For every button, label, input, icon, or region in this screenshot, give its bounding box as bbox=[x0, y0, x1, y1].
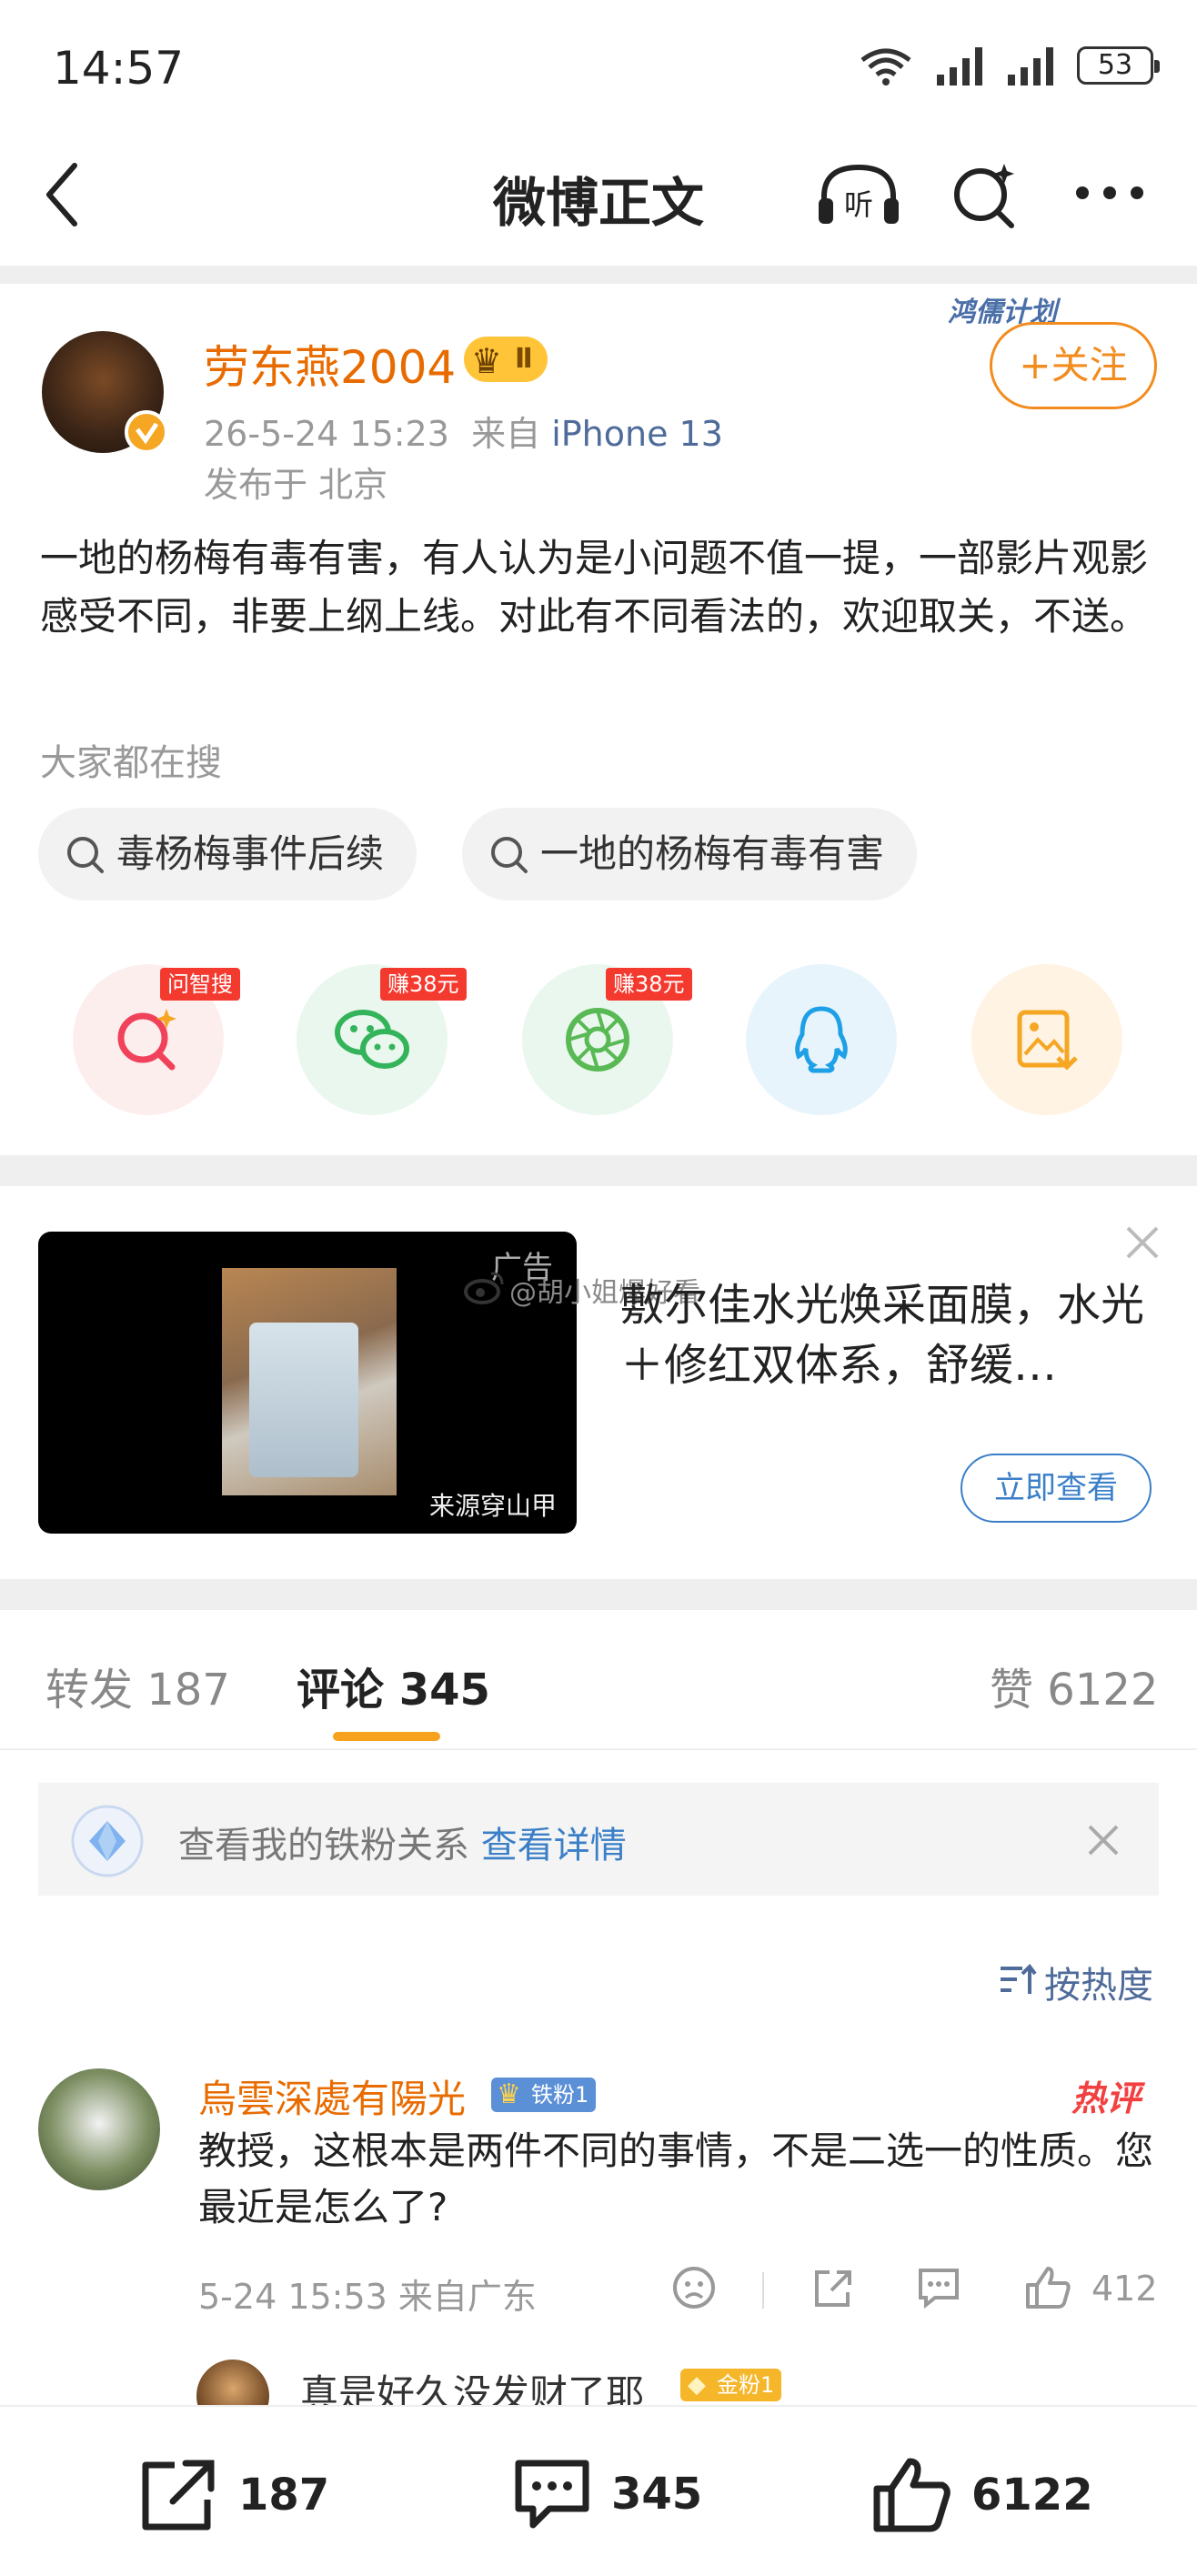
repost-icon bbox=[142, 2460, 215, 2531]
ad-view-button[interactable]: 立即查看 bbox=[961, 1454, 1152, 1523]
search-icon bbox=[67, 837, 104, 873]
comment-meta: 5-24 15:53 来自广东 bbox=[198, 2277, 537, 2317]
signal-icon bbox=[937, 47, 982, 86]
comment-like-count: 412 bbox=[1091, 2269, 1158, 2309]
listen-icon[interactable]: 听 bbox=[815, 160, 902, 229]
author-name[interactable]: 劳东燕2004 bbox=[204, 331, 456, 397]
post-from-label: 来自 bbox=[471, 414, 541, 454]
status-icons: 53 bbox=[857, 44, 1160, 87]
gold-fan-badge: ◆ 金粉1 bbox=[680, 2369, 782, 2401]
trending-search-title: 大家都在搜 bbox=[40, 742, 222, 784]
post-device: iPhone 13 bbox=[551, 414, 723, 454]
level-text: Ⅱ bbox=[515, 343, 533, 375]
search-icon bbox=[491, 837, 528, 873]
divider bbox=[0, 1748, 1197, 1750]
share-tag: 赚38元 bbox=[380, 968, 467, 1001]
bottom-comment-count: 345 bbox=[611, 2469, 703, 2520]
tab-indicator bbox=[333, 1732, 440, 1741]
share-save-image[interactable] bbox=[971, 964, 1122, 1115]
action-divider bbox=[762, 2272, 764, 2309]
bottom-repost-count: 187 bbox=[238, 2470, 330, 2521]
comment-icon bbox=[515, 2460, 589, 2529]
post-meta: 26-5-24 15:23 来自 iPhone 13 bbox=[204, 406, 723, 456]
post-location: 发布于 北京 bbox=[204, 465, 388, 505]
moments-icon bbox=[566, 1008, 629, 1072]
comment-text: 教授，这根本是两件不同的事情，不是二选一的性质。您最近是怎么了? bbox=[198, 2128, 1154, 2229]
battery-icon: 53 bbox=[1077, 46, 1160, 85]
smart-search-icon bbox=[117, 1009, 176, 1071]
sort-label[interactable]: 按热度 bbox=[1044, 1956, 1153, 2008]
status-time: 14:57 bbox=[53, 42, 185, 95]
search-pill-label: 一地的杨梅有毒有害 bbox=[540, 831, 885, 876]
sort-icon[interactable] bbox=[999, 1963, 1037, 1996]
bottom-repost-button[interactable]: 187 bbox=[138, 2456, 329, 2534]
diamond-icon bbox=[71, 1805, 144, 1877]
smart-search-icon[interactable] bbox=[950, 160, 1019, 229]
fan-text: 查看我的铁粉关系 查看详情 bbox=[178, 1816, 627, 1868]
more-icon[interactable] bbox=[1073, 182, 1146, 204]
follow-button[interactable]: +关注 bbox=[990, 322, 1157, 409]
fan-badge-label: 铁粉1 bbox=[531, 2082, 589, 2108]
search-pill[interactable]: 一地的杨梅有毒有害 bbox=[462, 808, 918, 901]
tab-reposts[interactable]: 转发 187 bbox=[45, 1654, 230, 1717]
bottom-like-count: 6122 bbox=[971, 2470, 1093, 2521]
comment-user-name[interactable]: 烏雲深處有陽光 bbox=[198, 2068, 466, 2124]
badge-icon: ◆ bbox=[688, 2371, 706, 2399]
repost-icon[interactable] bbox=[810, 2265, 855, 2310]
post-body: 一地的杨梅有毒有害，有人认为是小问题不值一提，一部影片观影感受不同，非要上纲上线… bbox=[40, 536, 1149, 639]
fan-text-label: 查看我的铁粉关系 bbox=[178, 1825, 469, 1867]
divider bbox=[0, 1155, 1197, 1186]
divider bbox=[0, 266, 1197, 284]
like-icon[interactable] bbox=[1024, 2265, 1073, 2310]
qq-icon bbox=[795, 1006, 848, 1073]
dislike-face-icon[interactable] bbox=[671, 2265, 717, 2310]
crown-icon: ♛ bbox=[497, 2078, 521, 2110]
fan-badge: ♛ 铁粉1 bbox=[491, 2078, 597, 2112]
like-icon bbox=[873, 2458, 951, 2532]
wifi-icon bbox=[860, 48, 911, 86]
divider bbox=[0, 1579, 1197, 1610]
ad-source: 来源穿山甲 bbox=[428, 1491, 557, 1521]
commenter-avatar[interactable] bbox=[38, 2068, 160, 2190]
save-image-icon bbox=[1017, 1010, 1078, 1071]
close-icon[interactable] bbox=[1086, 1823, 1121, 1857]
reply-icon[interactable] bbox=[915, 2265, 962, 2310]
verified-icon bbox=[125, 410, 168, 454]
weibo-watermark-icon bbox=[464, 1272, 504, 1304]
gold-badge-label: 金粉1 bbox=[717, 2372, 775, 2398]
post-date: 26-5-24 15:23 bbox=[204, 414, 449, 454]
ad-product-image bbox=[222, 1268, 397, 1495]
signal-icon-2 bbox=[1008, 47, 1053, 86]
ad-product-package bbox=[249, 1323, 358, 1477]
wechat-icon bbox=[335, 1010, 409, 1069]
share-tag: 赚38元 bbox=[606, 968, 692, 1001]
tab-likes[interactable]: 赞 6122 bbox=[990, 1654, 1158, 1717]
fan-details-link[interactable]: 查看详情 bbox=[481, 1825, 627, 1867]
search-pill-label: 毒杨梅事件后续 bbox=[116, 831, 385, 876]
tab-comments[interactable]: 评论 345 bbox=[297, 1654, 490, 1717]
share-tag: 问智搜 bbox=[160, 968, 240, 1001]
crown-icon: ♛ bbox=[471, 341, 503, 381]
share-qq[interactable] bbox=[746, 964, 897, 1115]
ad-text[interactable]: 敷尔佳水光焕采面膜，水光＋修红双体系，舒缓… bbox=[620, 1275, 1157, 1395]
level-badge: ♛ Ⅱ bbox=[464, 337, 548, 382]
search-pill[interactable]: 毒杨梅事件后续 bbox=[38, 808, 417, 901]
svg-text:听: 听 bbox=[844, 187, 873, 222]
bottom-like-button[interactable]: 6122 bbox=[871, 2456, 1093, 2534]
close-icon[interactable] bbox=[1124, 1224, 1161, 1261]
bottom-comment-button[interactable]: 345 bbox=[511, 2456, 702, 2532]
hot-comment-tag: 热评 bbox=[1071, 2078, 1142, 2118]
